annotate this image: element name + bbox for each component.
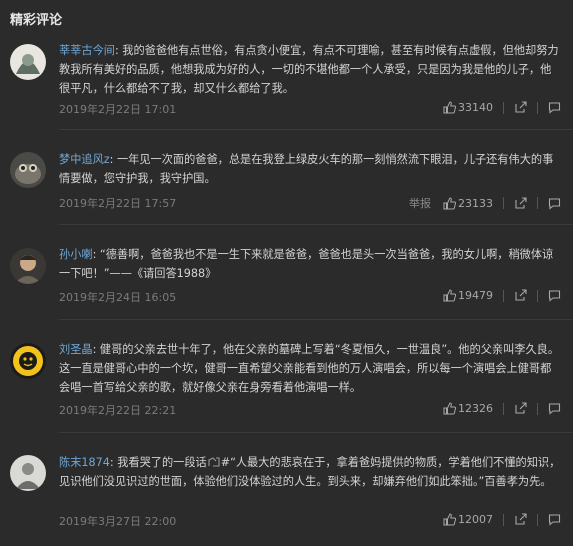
- action-divider: [503, 513, 504, 526]
- comment-actions: 33140: [443, 101, 561, 114]
- comment-text: 我的爸爸他有点世俗，有点贪小便宜，有点不可理喻，甚至有时候有点虚假，但他却努力教…: [59, 44, 559, 95]
- comment-date: 2019年2月22日 17:01: [59, 103, 177, 116]
- reply-button[interactable]: [548, 513, 561, 526]
- action-divider: [537, 402, 538, 415]
- link-icon[interactable]: [207, 456, 221, 468]
- reply-button[interactable]: [548, 101, 561, 114]
- action-divider: [503, 402, 504, 415]
- share-icon: [515, 196, 527, 209]
- comment-content: 刘圣晶: 健哥的父亲去世十年了，他在父亲的墓碑上写着“冬夏恒久，一世温良”。他的…: [59, 340, 561, 397]
- comment-text-before: 我看哭了的一段话: [117, 456, 207, 469]
- comment-content: 孙小喇: “德善啊，爸爸我也不是一生下来就是爸爸，爸爸也是头一次当爸爸，我的女儿…: [59, 245, 561, 283]
- thumbs-up-icon: [443, 101, 456, 114]
- share-button[interactable]: [514, 402, 527, 415]
- comment-actions: 12326: [443, 402, 561, 415]
- share-button[interactable]: [514, 101, 527, 114]
- like-button[interactable]: 23133: [443, 197, 493, 210]
- comment-date: 2019年2月22日 22:21: [59, 404, 177, 417]
- like-count: 33140: [458, 101, 493, 114]
- thumbs-up-icon: [443, 402, 456, 415]
- comment-username[interactable]: 梦中追风z: [59, 153, 110, 166]
- action-divider: [503, 289, 504, 302]
- like-button[interactable]: 33140: [443, 101, 493, 114]
- like-count: 23133: [458, 196, 493, 210]
- comment-content: 陈末1874: 我看哭了的一段话 #“人最大的悲哀在于，拿着爸妈提供的物质，学着他…: [59, 453, 561, 491]
- action-divider: [537, 513, 538, 526]
- reply-icon: [548, 197, 561, 210]
- comment-username[interactable]: 刘圣晶: [59, 343, 93, 356]
- reply-button[interactable]: [548, 289, 561, 302]
- share-icon: [515, 101, 527, 113]
- section-title: 精彩评论: [10, 13, 63, 28]
- share-icon: [515, 513, 527, 525]
- comment-meta: 2019年2月22日 17:01 33140: [59, 101, 561, 119]
- action-divider: [503, 101, 504, 114]
- comment-username[interactable]: 陈末1874: [59, 456, 110, 469]
- comment-actions: 12007: [443, 513, 561, 526]
- comment-colon: :: [92, 248, 100, 261]
- comment-divider: [59, 319, 573, 320]
- comment-meta: 2019年2月22日 17:57 举报 23133: [59, 195, 561, 213]
- action-divider: [537, 289, 538, 302]
- action-divider: [537, 197, 538, 209]
- comment-date: 2019年2月24日 16:05: [59, 291, 177, 304]
- comment-meta: 2019年2月24日 16:05 19479: [59, 289, 561, 307]
- comment-date: 2019年3月27日 22:00: [59, 515, 177, 528]
- avatar[interactable]: [10, 44, 46, 80]
- comment-text: “德善啊，爸爸我也不是一生下来就是爸爸，爸爸也是头一次当爸爸，我的女儿啊，稍微体…: [59, 248, 554, 280]
- comment-divider: [59, 224, 573, 225]
- like-button[interactable]: 12007: [443, 513, 493, 526]
- comment-colon: :: [92, 343, 100, 356]
- comment-date: 2019年2月22日 17:57: [59, 197, 177, 210]
- thumbs-up-icon: [443, 196, 456, 209]
- action-divider: [503, 197, 504, 209]
- avatar[interactable]: [10, 152, 46, 188]
- like-count: 12007: [458, 513, 493, 526]
- comment-actions: 举报 23133: [409, 195, 561, 211]
- reply-icon: [548, 102, 561, 114]
- comment-text: 健哥的父亲去世十年了，他在父亲的墓碑上写着“冬夏恒久，一世温良”。他的父亲叫李久…: [59, 343, 560, 394]
- reply-icon: [548, 514, 561, 526]
- avatar[interactable]: [10, 343, 46, 379]
- comments-panel: 精彩评论 莘莘古今间: 我的爸爸他有点世俗，有点贪小便宜，有点不可理喻，甚至有时…: [0, 0, 573, 546]
- like-count: 12326: [458, 402, 493, 415]
- comment-content: 梦中追风z: 一年见一次面的爸爸，总是在我登上绿皮火车的那一刻悄然流下眼泪，儿子…: [59, 150, 561, 188]
- like-count: 19479: [458, 289, 493, 302]
- action-divider: [537, 101, 538, 114]
- reply-button[interactable]: [548, 197, 561, 210]
- share-button[interactable]: [514, 289, 527, 302]
- avatar[interactable]: [10, 455, 46, 491]
- report-button[interactable]: 举报: [409, 195, 431, 211]
- thumbs-up-icon: [443, 513, 456, 526]
- thumbs-up-icon: [443, 289, 456, 302]
- share-button[interactable]: [514, 196, 527, 210]
- comment-meta: 2019年2月22日 22:21 12326: [59, 402, 561, 420]
- share-button[interactable]: [514, 513, 527, 526]
- comment-username[interactable]: 孙小喇: [59, 248, 93, 261]
- comment-actions: 19479: [443, 289, 561, 302]
- comment-colon: :: [109, 153, 117, 166]
- avatar[interactable]: [10, 248, 46, 284]
- comment-text: 一年见一次面的爸爸，总是在我登上绿皮火车的那一刻悄然流下眼泪，儿子还有伟大的事情…: [59, 153, 554, 185]
- reply-icon: [548, 403, 561, 415]
- reply-icon: [548, 290, 561, 302]
- comment-meta: 2019年3月27日 22:00 12007: [59, 513, 561, 531]
- reply-button[interactable]: [548, 402, 561, 415]
- like-button[interactable]: 19479: [443, 289, 493, 302]
- comment-divider: [59, 432, 573, 433]
- like-button[interactable]: 12326: [443, 402, 493, 415]
- comment-divider: [59, 129, 573, 130]
- comment-username[interactable]: 莘莘古今间: [59, 44, 115, 57]
- share-icon: [515, 402, 527, 414]
- comment-content: 莘莘古今间: 我的爸爸他有点世俗，有点贪小便宜，有点不可理喻，甚至有时候有点虚假…: [59, 41, 561, 98]
- share-icon: [515, 289, 527, 301]
